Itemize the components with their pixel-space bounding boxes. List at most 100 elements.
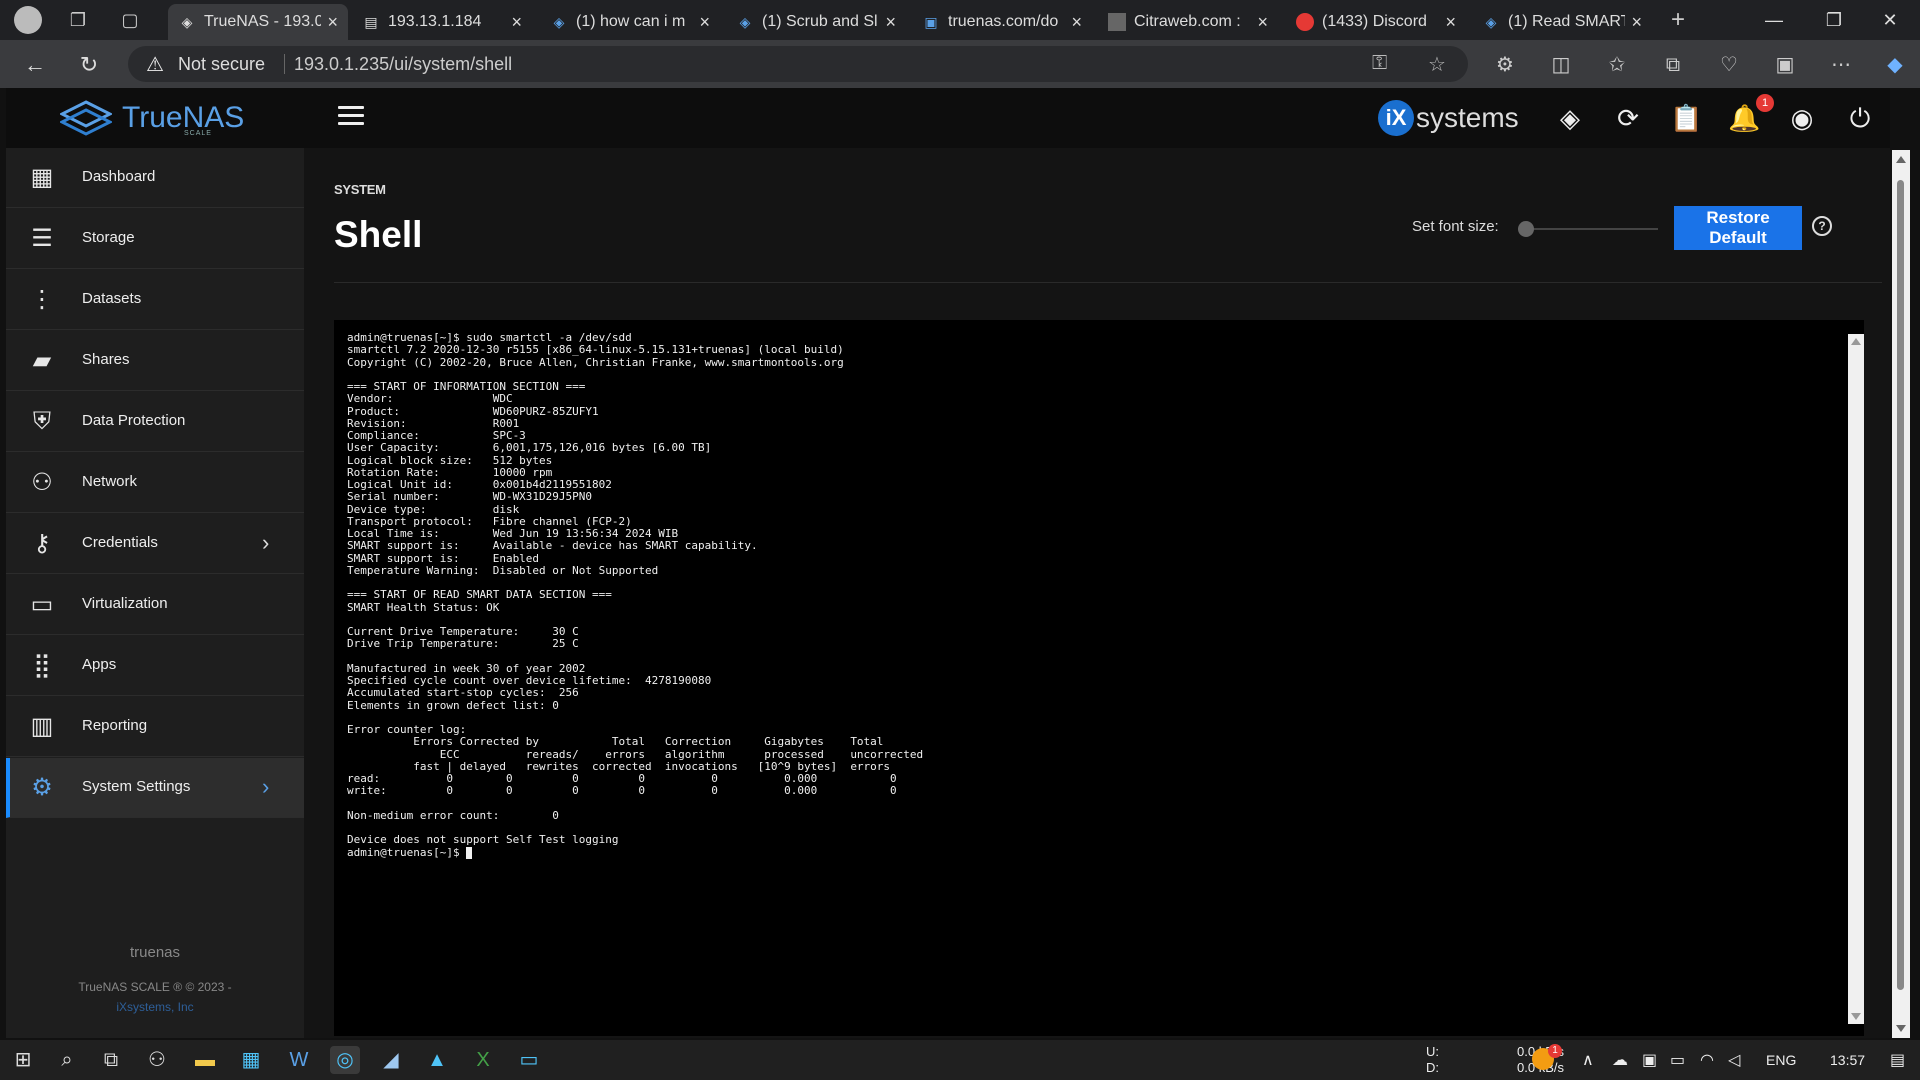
scroll-up-icon[interactable] xyxy=(1851,338,1861,345)
url-text[interactable]: 193.0.1.235/ui/system/shell xyxy=(294,54,512,75)
tab-citraweb[interactable]: Citraweb.com : × xyxy=(1098,4,1278,40)
excel-icon[interactable]: X xyxy=(468,1046,498,1074)
ixsystems-logo[interactable]: iX systems xyxy=(1378,98,1519,138)
not-secure-label[interactable]: Not secure xyxy=(178,54,265,75)
close-tab-icon[interactable]: × xyxy=(699,12,710,33)
wifi-icon[interactable]: ◠ xyxy=(1700,1050,1714,1070)
close-tab-icon[interactable]: × xyxy=(1071,12,1082,33)
tab-ip[interactable]: ▤ 193.13.1.184 × xyxy=(352,4,532,40)
language-indicator[interactable]: ENG xyxy=(1766,1052,1796,1068)
copilot-icon[interactable]: ◆ xyxy=(1880,50,1910,80)
file-explorer-icon[interactable]: ▬ xyxy=(190,1046,220,1074)
favorite-star-icon[interactable]: ☆ xyxy=(1428,52,1446,77)
app-icon[interactable]: ◢ xyxy=(376,1046,406,1074)
terminal-scrollbar[interactable] xyxy=(1848,334,1864,1024)
help-icon[interactable]: ? xyxy=(1812,216,1832,236)
task-view-icon[interactable]: ⧉ xyxy=(96,1046,126,1074)
new-tab-icon[interactable]: + xyxy=(1666,8,1690,32)
battery-icon[interactable]: ▭ xyxy=(1670,1050,1685,1070)
terminal-output[interactable]: admin@truenas[~]$ sudo smartctl -a /dev/… xyxy=(347,331,923,859)
more-options-icon[interactable]: ⋯ xyxy=(1826,50,1856,80)
back-icon[interactable]: ← xyxy=(20,50,50,80)
tab-scrub[interactable]: ◈ (1) Scrub and Sl × xyxy=(726,4,906,40)
notification-center-icon[interactable]: ▤ xyxy=(1890,1050,1905,1070)
tab-discord[interactable]: (1433) Discord × xyxy=(1286,4,1466,40)
truenas-logo[interactable]: TrueNAS SCALE xyxy=(60,98,244,138)
truecommand-icon[interactable]: ◈ xyxy=(1554,102,1586,134)
close-tab-icon[interactable]: × xyxy=(1445,12,1456,33)
tab-actions-icon[interactable]: ▢ xyxy=(118,8,142,32)
workspaces-icon[interactable]: ❐ xyxy=(66,8,90,32)
truenas-forum-favicon-icon: ◈ xyxy=(739,14,751,30)
tab-truenas-docs[interactable]: ▣ truenas.com/do × xyxy=(912,4,1092,40)
chevron-up-icon[interactable]: ∧ xyxy=(1582,1050,1594,1070)
scroll-down-icon[interactable] xyxy=(1851,1013,1861,1020)
remote-desktop-icon[interactable]: ▭ xyxy=(514,1046,544,1074)
bar-chart-icon: ▥ xyxy=(30,713,54,740)
power-icon[interactable]: ⏻ xyxy=(1844,102,1876,134)
photos-icon[interactable]: ▲ xyxy=(422,1046,452,1074)
restore-default-button[interactable]: Restore Default xyxy=(1674,206,1802,250)
word-app-icon[interactable]: W xyxy=(284,1046,314,1074)
font-size-slider[interactable] xyxy=(1518,221,1658,237)
address-bar[interactable]: ⚠ Not secure 193.0.1.235/ui/system/shell… xyxy=(128,46,1468,82)
sidebar-item-apps[interactable]: ⣿ Apps xyxy=(6,636,304,696)
extensions-icon[interactable]: ⚙ xyxy=(1490,50,1520,80)
close-tab-icon[interactable]: × xyxy=(885,12,896,33)
sidebar-item-data-protection[interactable]: ⛨ Data Protection xyxy=(6,392,304,452)
sidebar-item-shares[interactable]: ▰ Shares xyxy=(6,331,304,391)
close-tab-icon[interactable]: × xyxy=(1257,12,1268,33)
password-key-icon[interactable]: ⚿ xyxy=(1372,52,1387,75)
sidebar-item-system-settings[interactable]: ⚙ System Settings › xyxy=(6,758,304,818)
notifications-bell-icon[interactable]: 🔔 xyxy=(1728,102,1760,134)
menu-toggle-icon[interactable] xyxy=(338,106,364,128)
edge-browser-icon[interactable]: ◎ xyxy=(330,1046,360,1074)
jobs-clipboard-icon[interactable]: 📋 xyxy=(1670,102,1702,134)
truenas-forum-favicon-icon: ◈ xyxy=(1485,14,1497,30)
ix-mark: iX xyxy=(1378,100,1414,136)
update-sync-icon[interactable]: ⟳ xyxy=(1612,102,1644,134)
clock[interactable]: 13:57 xyxy=(1830,1052,1865,1068)
main-content: SYSTEM Shell Set font size: Restore Defa… xyxy=(304,148,1890,1038)
sidebar-item-storage[interactable]: ☰ Storage xyxy=(6,209,304,269)
reload-icon[interactable]: ↻ xyxy=(74,50,104,80)
tab-how-can-i[interactable]: ◈ (1) how can i m × xyxy=(540,4,720,40)
minimize-icon[interactable]: — xyxy=(1746,0,1802,40)
scroll-down-icon[interactable] xyxy=(1896,1025,1906,1032)
company-link[interactable]: iXsystems, Inc xyxy=(6,1000,304,1014)
close-tab-icon[interactable]: × xyxy=(327,12,338,33)
scrollbar-thumb[interactable] xyxy=(1897,180,1904,990)
profile-avatar[interactable] xyxy=(14,6,42,34)
close-tab-icon[interactable]: × xyxy=(511,12,522,33)
tab-read-smart[interactable]: ◈ (1) Read SMART × xyxy=(1472,4,1652,40)
slider-thumb[interactable] xyxy=(1518,221,1534,237)
account-icon[interactable]: ◉ xyxy=(1786,102,1818,134)
split-screen-icon[interactable]: ◫ xyxy=(1546,50,1576,80)
close-tab-icon[interactable]: × xyxy=(1631,12,1642,33)
camera-icon[interactable]: ▣ xyxy=(1642,1050,1657,1070)
sidebar-item-virtualization[interactable]: ▭ Virtualization xyxy=(6,575,304,635)
sidebar-item-network[interactable]: ⚇ Network xyxy=(6,453,304,513)
collections-icon[interactable]: ⧉ xyxy=(1658,50,1688,80)
sidebar-item-dashboard[interactable]: ▦ Dashboard xyxy=(6,148,304,208)
sidebar-item-credentials[interactable]: ⚷ Credentials › xyxy=(6,514,304,574)
windows-start-icon[interactable]: ⊞ xyxy=(8,1046,38,1074)
sidebar-toggle-icon[interactable]: ▣ xyxy=(1770,50,1800,80)
restore-window-icon[interactable]: ❐ xyxy=(1806,0,1862,40)
page-scrollbar[interactable] xyxy=(1892,150,1910,1038)
search-icon[interactable]: ⌕ xyxy=(52,1046,82,1074)
browser-essentials-icon[interactable]: ♡ xyxy=(1714,50,1744,80)
sidebar-item-reporting[interactable]: ▥ Reporting xyxy=(6,697,304,757)
scroll-up-icon[interactable] xyxy=(1896,156,1906,163)
close-window-icon[interactable]: ✕ xyxy=(1862,0,1918,40)
app-network-icon[interactable]: ⚇ xyxy=(142,1046,172,1074)
warning-icon[interactable]: ⚠ xyxy=(146,52,164,77)
favorites-icon[interactable]: ✩ xyxy=(1602,50,1632,80)
cloud-icon[interactable]: ☁ xyxy=(1612,1050,1628,1070)
store-icon[interactable]: ▦ xyxy=(236,1046,266,1074)
volume-muted-icon[interactable]: ◁ xyxy=(1728,1050,1740,1070)
terminal[interactable]: admin@truenas[~]$ sudo smartctl -a /dev/… xyxy=(334,320,1864,1036)
terminal-cursor xyxy=(466,846,473,859)
tab-truenas[interactable]: ◈ TrueNAS - 193.0 × xyxy=(168,4,348,40)
sidebar-item-datasets[interactable]: ⋮ Datasets xyxy=(6,270,304,330)
